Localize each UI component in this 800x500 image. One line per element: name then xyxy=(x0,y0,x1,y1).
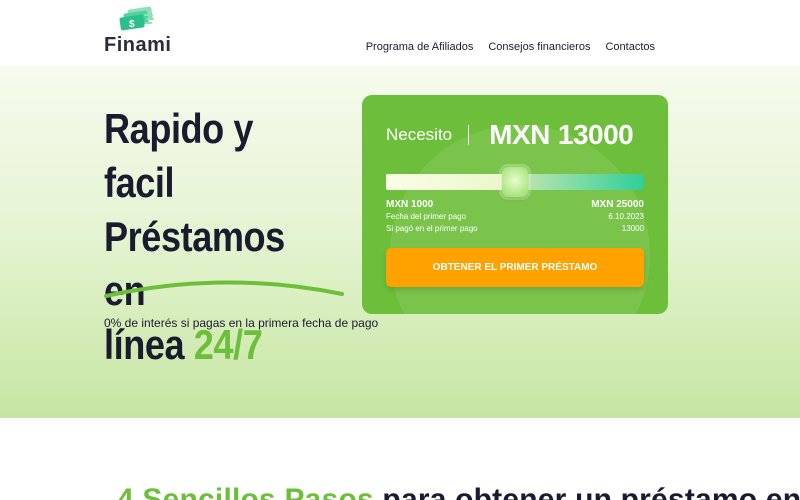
amount-range: MXN 1000 MXN 25000 xyxy=(386,199,644,210)
nav-financial-advice[interactable]: Consejos financieros xyxy=(488,41,590,53)
get-loan-button[interactable]: OBTENER EL PRIMER PRÉSTAMO xyxy=(386,248,644,287)
hero-headline: Rapido y facil Préstamos en línea 24/7 xyxy=(104,102,328,372)
steps-title-accent: 4 Sencillos Pasos xyxy=(117,483,374,500)
slider-fill xyxy=(386,174,515,190)
first-payment-row: Fecha del primer pago 6.10.2023 xyxy=(386,212,644,221)
repayment-row: Si pagó en el primer pago 13000 xyxy=(386,224,644,233)
max-amount: MXN 25000 xyxy=(591,199,644,210)
repayment-label: Si pagó en el primer pago xyxy=(386,224,478,233)
amount-display: Necesito MXN 13000 xyxy=(386,119,634,151)
need-label: Necesito xyxy=(386,125,453,144)
repayment-value: 13000 xyxy=(621,224,644,233)
nav-contacts[interactable]: Contactos xyxy=(605,41,655,53)
amount-currency: MXN xyxy=(489,119,550,150)
hero-section: Rapido y facil Préstamos en línea 24/7 0… xyxy=(0,66,800,418)
hero-subtext: 0% de interés si pagas en la primera fec… xyxy=(104,316,379,330)
divider xyxy=(468,125,470,145)
site-header: $ Finami Programa de Afiliados Consejos … xyxy=(0,0,800,66)
steps-section-title: 4 Sencillos Pasos para obtener un présta… xyxy=(117,483,800,500)
amount-value: 13000 xyxy=(557,119,634,150)
main-nav: Programa de Afiliados Consejos financier… xyxy=(366,41,655,53)
first-payment-label: Fecha del primer pago xyxy=(386,212,467,221)
nav-affiliate-program[interactable]: Programa de Afiliados xyxy=(366,41,474,53)
steps-title-rest: para obtener un préstamo en xyxy=(382,483,800,500)
amount-slider[interactable] xyxy=(386,167,644,197)
logo-text: Finami xyxy=(104,34,172,56)
first-payment-value: 6.10.2023 xyxy=(608,212,644,221)
money-bills-icon: $ xyxy=(119,6,154,31)
logo[interactable]: $ Finami xyxy=(104,6,174,58)
min-amount: MXN 1000 xyxy=(386,199,434,210)
svg-text:$: $ xyxy=(129,19,135,30)
underline-swoosh xyxy=(104,280,344,298)
loan-calculator-card: Necesito MXN 13000 MXN 1000 MXN 25000 Fe… xyxy=(362,95,668,314)
slider-handle[interactable] xyxy=(502,167,528,197)
headline-line-1: Rapido y facil xyxy=(104,105,254,206)
